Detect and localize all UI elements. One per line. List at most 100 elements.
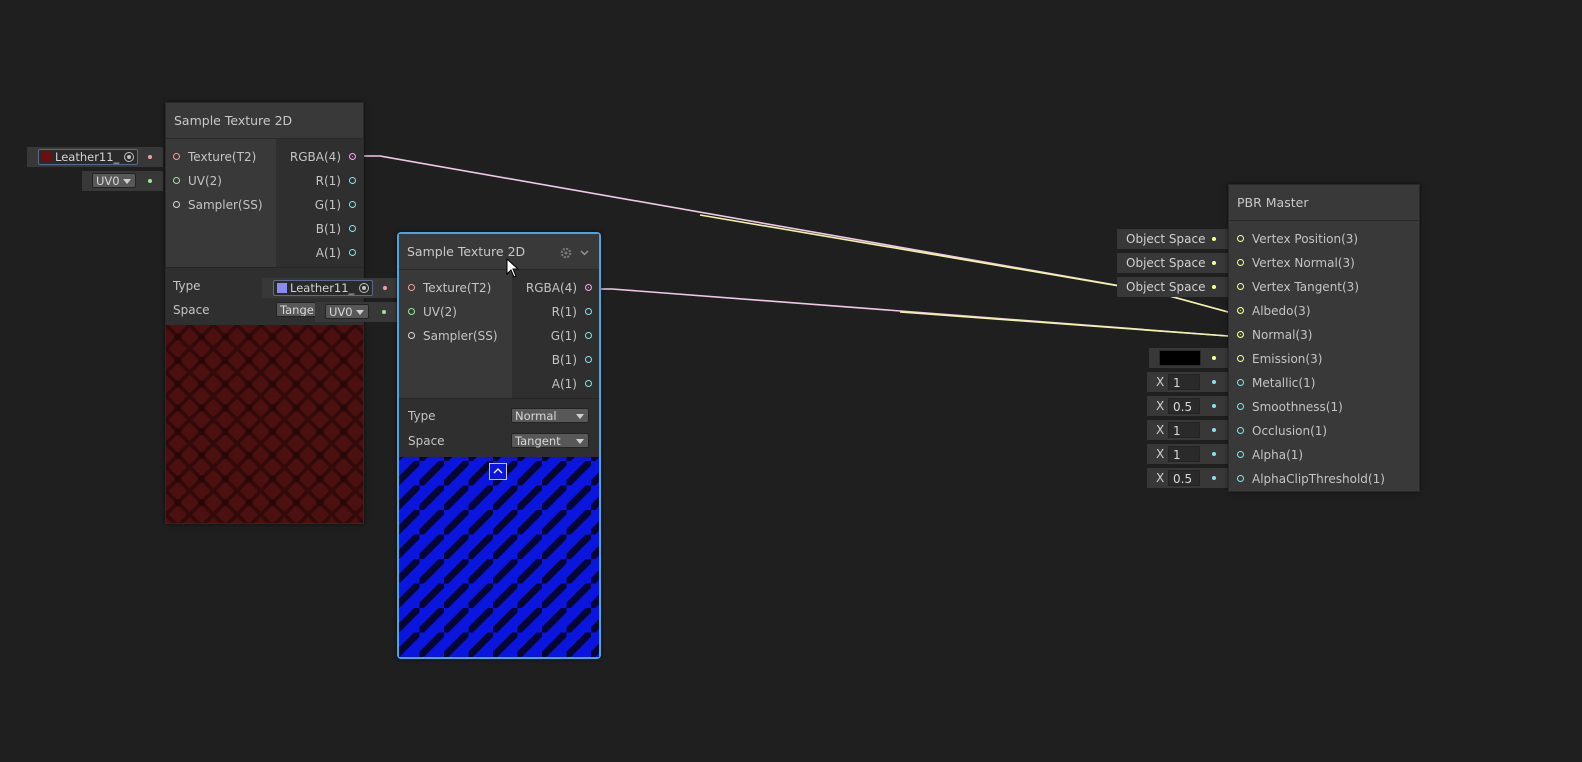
node1-output-g[interactable]: G(1)	[276, 195, 363, 215]
node2-texture-inline-field: Leather11_	[262, 278, 398, 298]
vector1-port-icon[interactable]	[585, 380, 592, 387]
object-picker-icon[interactable]	[124, 152, 134, 162]
node2-output-r[interactable]: R(1)	[512, 302, 599, 322]
vector3-port-connected-icon[interactable]	[1237, 331, 1244, 338]
vector1-port-icon[interactable]	[585, 332, 592, 339]
vector3-port-icon[interactable]	[1237, 259, 1244, 266]
vector1-port-icon[interactable]	[585, 308, 592, 315]
port-label: B(1)	[315, 222, 341, 236]
texture-port-icon[interactable]	[173, 153, 180, 160]
mouse-cursor-icon	[506, 258, 520, 278]
vector1-port-icon[interactable]	[349, 249, 356, 256]
node1-output-b[interactable]: B(1)	[276, 219, 363, 239]
alpha-value-field[interactable]: X 1	[1147, 444, 1228, 464]
smoothness-value-field[interactable]: X 0.5	[1147, 396, 1228, 416]
node2-space-label: Space	[408, 434, 445, 448]
metallic-number-input[interactable]: 1	[1168, 374, 1200, 390]
gear-icon[interactable]	[560, 247, 572, 259]
node2-type-dropdown[interactable]: Normal	[511, 408, 589, 423]
sampler-port-icon[interactable]	[173, 201, 180, 208]
dropdown-arrow-icon	[356, 310, 364, 315]
node1-output-rgba[interactable]: RGBA(4)	[276, 147, 363, 167]
vertex-position-space-field[interactable]: Object Space	[1117, 229, 1228, 249]
inline-connector-dot	[1212, 404, 1216, 408]
texture-port-icon[interactable]	[408, 284, 415, 291]
chevron-up-icon	[493, 468, 503, 474]
node1-output-a[interactable]: A(1)	[276, 243, 363, 263]
vertex-normal-space-field[interactable]: Object Space	[1117, 253, 1228, 273]
sampler-port-icon[interactable]	[408, 332, 415, 339]
node2-output-g[interactable]: G(1)	[512, 326, 599, 346]
uv-port-icon[interactable]	[173, 177, 180, 184]
sample-texture-node-2[interactable]: Sample Texture 2D Texture(T2) UV(2) Samp…	[397, 232, 601, 659]
vector3-port-icon[interactable]	[1237, 355, 1244, 362]
port-label: Sampler(SS)	[188, 198, 263, 212]
vector1-port-icon[interactable]	[1237, 379, 1244, 386]
collapse-preview-button[interactable]	[489, 463, 507, 480]
node2-texture-object-field[interactable]: Leather11_	[273, 280, 373, 296]
vector1-port-icon[interactable]	[349, 225, 356, 232]
vector1-port-icon[interactable]	[1237, 427, 1244, 434]
alpha-clip-value-field[interactable]: X 0.5	[1147, 468, 1228, 488]
port-label: RGBA(4)	[289, 150, 341, 164]
vector4-port-icon[interactable]	[349, 153, 356, 160]
alpha-number-input[interactable]: 1	[1168, 446, 1200, 462]
node1-texture-object-field[interactable]: Leather11_	[38, 149, 138, 165]
node1-uv-inline-field: UV0	[82, 171, 163, 191]
emission-color-field[interactable]	[1149, 348, 1228, 368]
inline-connector-dot	[1212, 452, 1216, 456]
axis-label: X	[1156, 447, 1165, 461]
node1-space-label: Space	[173, 303, 210, 317]
vector1-port-icon[interactable]	[585, 356, 592, 363]
port-label: Alpha(1)	[1252, 448, 1304, 462]
space-field-value: Object Space	[1126, 256, 1206, 270]
pbr-master-inputs: Vertex Position(3) Vertex Normal(3) Vert…	[1229, 221, 1419, 491]
vertex-tangent-space-field[interactable]: Object Space	[1117, 277, 1228, 297]
occlusion-value-field[interactable]: X 1	[1147, 420, 1228, 440]
texture-thumbnail-icon	[277, 283, 287, 293]
object-picker-icon[interactable]	[359, 283, 369, 293]
axis-label: X	[1156, 423, 1165, 437]
vector3-port-connected-icon[interactable]	[1237, 307, 1244, 314]
node2-inputs: Texture(T2) UV(2) Sampler(SS)	[399, 270, 512, 398]
dropdown-arrow-icon	[123, 179, 131, 184]
vector1-port-icon[interactable]	[349, 201, 356, 208]
vector3-port-icon[interactable]	[1237, 235, 1244, 242]
pbr-master-title[interactable]: PBR Master	[1229, 185, 1419, 221]
node1-title[interactable]: Sample Texture 2D	[166, 103, 363, 139]
node2-uv-inline-field: UV0	[315, 302, 398, 322]
node1-uv-dropdown[interactable]: UV0	[92, 173, 136, 188]
node2-controls: Type Normal Space Tangent	[399, 398, 599, 457]
port-label: Albedo(3)	[1252, 304, 1311, 318]
smoothness-number-input[interactable]: 0.5	[1168, 398, 1200, 414]
vector1-port-icon[interactable]	[1237, 403, 1244, 410]
alpha-clip-number-input[interactable]: 0.5	[1168, 470, 1200, 486]
port-label: AlphaClipThreshold(1)	[1252, 472, 1385, 486]
node1-output-r[interactable]: R(1)	[276, 171, 363, 191]
vector1-port-icon[interactable]	[1237, 451, 1244, 458]
node1-texture-name: Leather11_	[55, 150, 120, 164]
pbr-master-node[interactable]: PBR Master Vertex Position(3) Vertex Nor…	[1228, 184, 1420, 492]
node2-space-value: Tangent	[515, 434, 561, 448]
inline-connector-dot	[148, 179, 152, 183]
emission-color-swatch[interactable]	[1159, 350, 1201, 366]
inline-connector-dot	[382, 310, 386, 314]
node2-texture-name: Leather11_	[290, 281, 355, 295]
node2-space-dropdown[interactable]: Tangent	[511, 433, 589, 448]
vector1-port-icon[interactable]	[349, 177, 356, 184]
metallic-value-field[interactable]: X 1	[1147, 372, 1228, 392]
chevron-down-icon[interactable]	[580, 249, 589, 257]
inline-connector-dot	[1212, 380, 1216, 384]
vector3-port-icon[interactable]	[1237, 283, 1244, 290]
node2-output-b[interactable]: B(1)	[512, 350, 599, 370]
vector1-port-icon[interactable]	[1237, 475, 1244, 482]
node2-output-rgba[interactable]: RGBA(4)	[512, 278, 599, 298]
port-label: Vertex Tangent(3)	[1252, 280, 1359, 294]
port-label: Texture(T2)	[423, 281, 492, 295]
vector4-port-icon[interactable]	[585, 284, 592, 291]
node2-output-a[interactable]: A(1)	[512, 374, 599, 394]
port-label: UV(2)	[188, 174, 222, 188]
node2-uv-dropdown[interactable]: UV0	[325, 304, 369, 319]
occlusion-number-input[interactable]: 1	[1168, 422, 1200, 438]
uv-port-icon[interactable]	[408, 308, 415, 315]
